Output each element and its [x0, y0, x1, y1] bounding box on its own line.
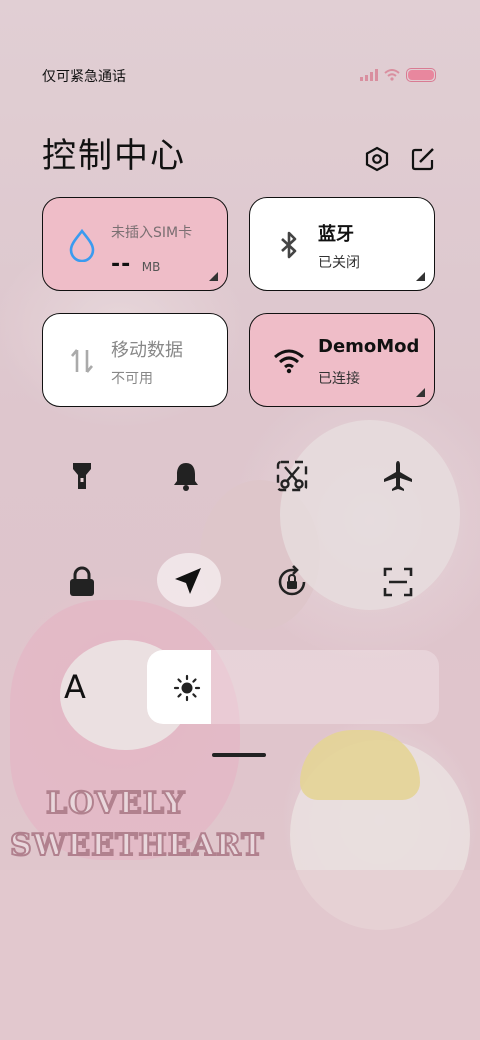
rotation-lock-icon[interactable]: [274, 564, 310, 600]
wifi-network-name: DemoMod: [318, 336, 420, 357]
mobile-data-tile[interactable]: 移动数据 不可用: [42, 313, 228, 407]
signal-icon: [360, 69, 378, 81]
wifi-status-icon: [384, 69, 400, 81]
lock-icon[interactable]: [64, 564, 100, 600]
usage-unit: MB: [141, 260, 161, 274]
data-usage-tile[interactable]: 未插入SIM卡 -- MB: [42, 197, 228, 291]
wifi-tile[interactable]: DemoMod 已连接: [249, 313, 435, 407]
expand-corner-icon[interactable]: [209, 272, 218, 281]
usage-number: --: [111, 252, 132, 277]
bell-icon[interactable]: [168, 458, 204, 494]
water-drop-icon: [65, 228, 99, 263]
battery-icon: [406, 68, 436, 82]
bluetooth-label: 蓝牙: [318, 224, 354, 245]
brightness-slider[interactable]: [147, 650, 439, 724]
scissors-icon[interactable]: [274, 458, 310, 494]
mobile-data-status: 不可用: [111, 371, 153, 387]
mobile-data-icon: [65, 344, 99, 378]
bluetooth-icon: [272, 228, 306, 262]
drag-handle[interactable]: [212, 753, 266, 757]
location-arrow-icon[interactable]: [170, 563, 206, 599]
font-size-button[interactable]: A: [64, 668, 86, 706]
bluetooth-tile[interactable]: 蓝牙 已关闭: [249, 197, 435, 291]
sun-icon: [173, 674, 201, 702]
scan-icon[interactable]: [380, 564, 416, 600]
battery-level: [408, 70, 434, 80]
status-icons: [360, 68, 436, 82]
edit-icon[interactable]: [410, 146, 436, 172]
page-title: 控制中心: [42, 136, 186, 176]
airplane-icon[interactable]: [380, 458, 416, 494]
data-usage-value: -- MB: [111, 252, 160, 277]
carrier-status-text: 仅可紧急通话: [42, 69, 126, 85]
sim-status-label: 未插入SIM卡: [111, 225, 193, 241]
bluetooth-status: 已关闭: [318, 255, 360, 271]
wifi-status: 已连接: [318, 371, 360, 387]
settings-hexagon-icon[interactable]: [364, 146, 390, 172]
expand-corner-icon[interactable]: [416, 388, 425, 397]
wifi-icon: [272, 344, 306, 378]
flashlight-icon[interactable]: [64, 458, 100, 494]
expand-corner-icon[interactable]: [416, 272, 425, 281]
mobile-data-label: 移动数据: [111, 340, 183, 361]
